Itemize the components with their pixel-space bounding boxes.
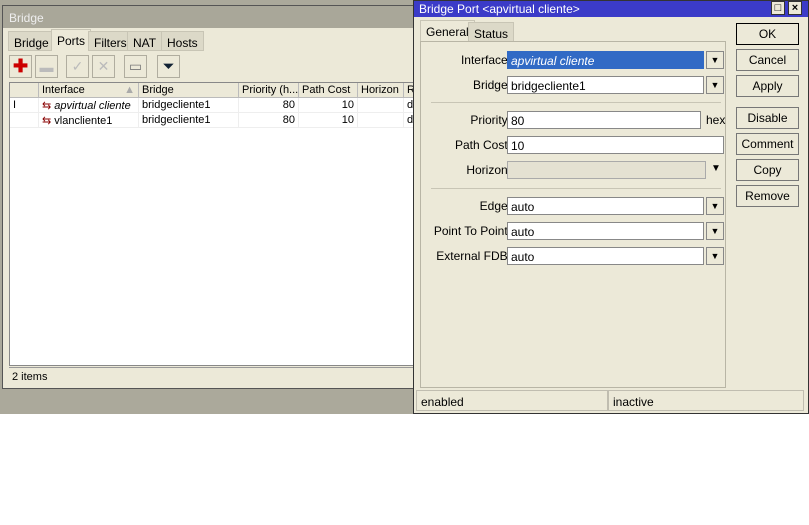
disable-button[interactable]: Disable: [736, 107, 799, 129]
path-cost-label: Path Cost:: [454, 138, 511, 152]
maximize-icon[interactable]: □: [771, 1, 785, 15]
cancel-button[interactable]: Cancel: [736, 49, 799, 71]
external-fdb-field[interactable]: auto: [507, 247, 704, 265]
path-cost-field[interactable]: 10: [507, 136, 724, 154]
external-fdb-dropdown-icon[interactable]: ▼: [706, 247, 724, 265]
ok-button[interactable]: OK: [736, 23, 799, 45]
priority-label: Priority:: [470, 113, 511, 127]
remove-button[interactable]: Remove: [736, 185, 799, 207]
row-horizon: [358, 113, 404, 128]
close-icon[interactable]: ×: [788, 1, 802, 15]
disable-icon[interactable]: ✕: [92, 55, 115, 78]
tab-status[interactable]: Status: [468, 22, 515, 42]
interface-field[interactable]: apvirtual cliente: [507, 51, 704, 69]
row-path-cost: 10: [299, 98, 358, 113]
row-interface-label: vlancliente1: [54, 115, 113, 127]
col-horizon[interactable]: Horizon: [358, 83, 404, 98]
divider: [431, 102, 721, 103]
tab-ports[interactable]: Ports: [51, 29, 92, 51]
col-priority[interactable]: Priority (h...: [239, 83, 299, 98]
external-fdb-label: External FDB:: [436, 249, 511, 263]
interface-label: Interface:: [460, 53, 511, 67]
bridge-dropdown-icon[interactable]: ▼: [706, 76, 724, 94]
horizon-label: Horizon:: [466, 163, 511, 177]
interface-dropdown-icon[interactable]: ▼: [706, 51, 724, 69]
row-horizon: [358, 98, 404, 113]
window-title: Bridge: [3, 6, 415, 28]
point-to-point-field[interactable]: auto: [507, 222, 704, 240]
row-bridge: bridgecliente1: [139, 113, 239, 128]
enable-icon[interactable]: ✓: [66, 55, 89, 78]
row-bridge: bridgecliente1: [139, 98, 239, 113]
horizon-expand-icon[interactable]: ▼: [711, 163, 721, 174]
comment-button[interactable]: Comment: [736, 133, 799, 155]
tab-filters[interactable]: Filters: [88, 31, 133, 51]
point-to-point-label: Point To Point:: [433, 224, 511, 238]
tab-hosts[interactable]: Hosts: [161, 31, 204, 51]
bridge-port-dialog: Bridge Port <apvirtual cliente> □ × Gene…: [413, 0, 809, 414]
comment-icon[interactable]: ▭: [124, 55, 147, 78]
add-icon[interactable]: ✚: [9, 55, 32, 78]
tab-general[interactable]: General: [420, 20, 475, 42]
ports-table: Interface ▲ Bridge Priority (h... Path Co…: [9, 82, 415, 366]
general-panel: Interface: apvirtual cliente ▼ Bridge: b…: [420, 41, 726, 388]
tab-nat[interactable]: NAT: [127, 31, 163, 51]
row-path-cost: 10: [299, 113, 358, 128]
edge-field[interactable]: auto: [507, 197, 704, 215]
filter-icon[interactable]: ⏷: [157, 55, 180, 78]
row-flag: [10, 113, 39, 128]
col-flag[interactable]: [10, 83, 39, 98]
divider: [431, 188, 721, 189]
hex-label: hex: [706, 113, 726, 127]
row-interface: ⇆ apvirtual cliente: [39, 98, 139, 113]
edge-label: Edge:: [479, 199, 511, 213]
status-enabled: enabled: [416, 390, 608, 411]
point-to-point-dropdown-icon[interactable]: ▼: [706, 222, 724, 240]
col-interface[interactable]: Interface ▲: [39, 83, 139, 98]
remove-icon[interactable]: ▬: [35, 55, 58, 78]
row-priority: 80: [239, 113, 299, 128]
col-bridge[interactable]: Bridge: [139, 83, 239, 98]
copy-button[interactable]: Copy: [736, 159, 799, 181]
row-interface: ⇆ vlancliente1: [39, 113, 139, 128]
bridge-port-icon: ⇆: [42, 115, 52, 127]
bridge-window: Bridge Bridge Ports Filters NAT Hosts ✚ …: [2, 5, 416, 389]
bridge-label: Bridge:: [472, 78, 511, 92]
item-count: 2 items: [9, 367, 415, 386]
bridge-field[interactable]: bridgecliente1: [507, 76, 704, 94]
row-interface-label: apvirtual cliente: [54, 100, 131, 112]
col-interface-label: Interface: [42, 84, 85, 96]
tab-bridge[interactable]: Bridge: [8, 31, 55, 51]
horizon-field[interactable]: [507, 161, 706, 179]
dialog-title: Bridge Port <apvirtual cliente>: [414, 1, 808, 17]
row-priority: 80: [239, 98, 299, 113]
sort-icon: ▲: [124, 84, 135, 96]
edge-dropdown-icon[interactable]: ▼: [706, 197, 724, 215]
bridge-port-icon: ⇆: [42, 100, 52, 112]
row-flag: I: [10, 98, 39, 113]
status-running: inactive: [608, 390, 804, 411]
priority-field[interactable]: 80: [507, 111, 701, 129]
col-path-cost[interactable]: Path Cost: [299, 83, 358, 98]
apply-button[interactable]: Apply: [736, 75, 799, 97]
